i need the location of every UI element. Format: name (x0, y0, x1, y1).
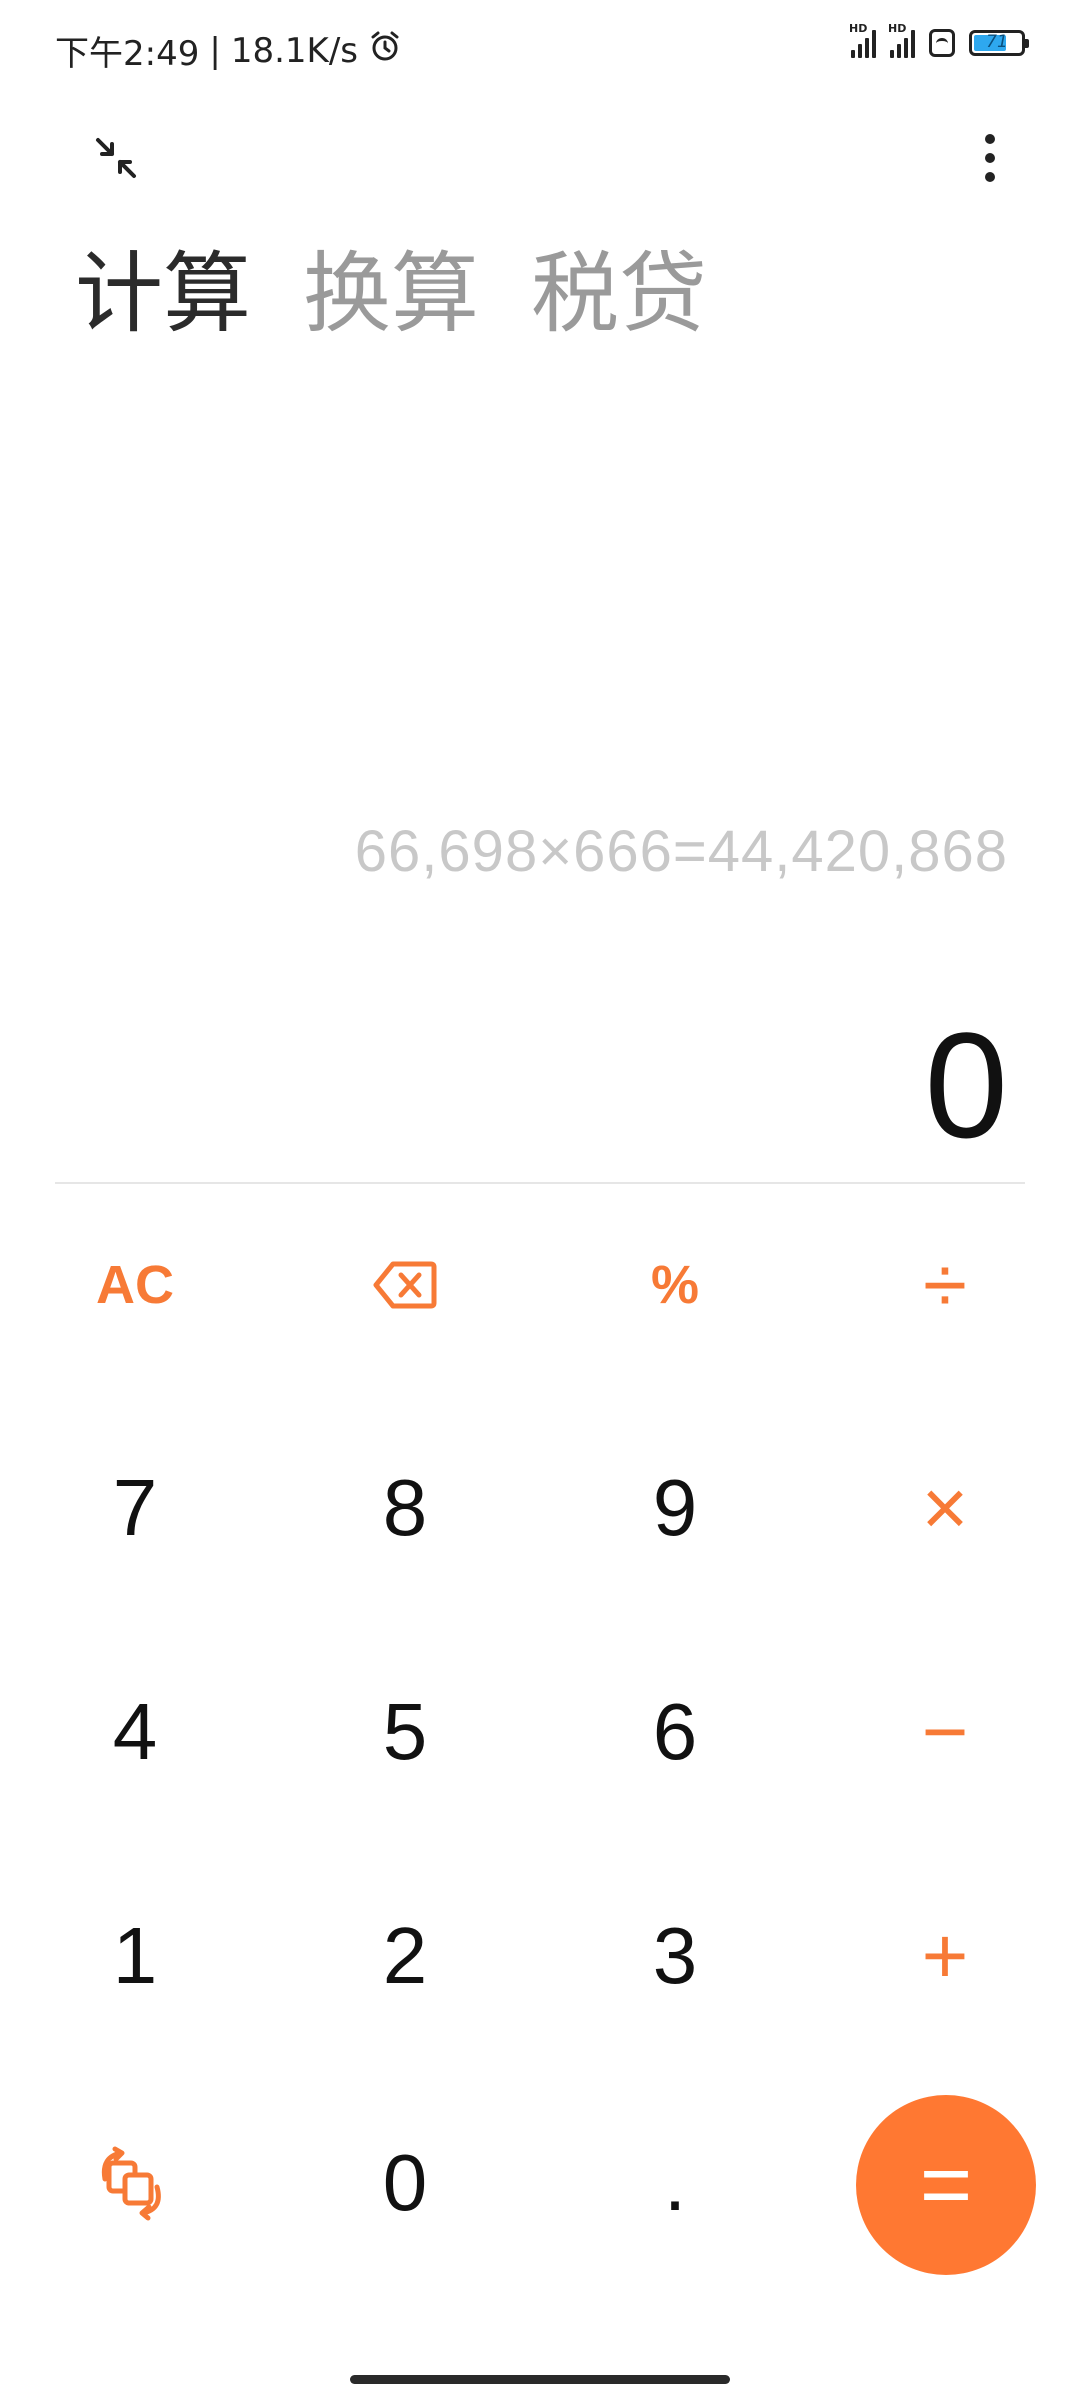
digit-2-button[interactable]: 2 (305, 1876, 505, 2036)
backspace-icon (373, 1261, 437, 1309)
digit-5-button[interactable]: 5 (305, 1652, 505, 1812)
status-separator: | (209, 30, 221, 71)
digit-7-button[interactable]: 7 (35, 1428, 235, 1588)
status-right: HD HD 71 (849, 22, 1029, 58)
digit-0-button[interactable]: 0 (305, 2103, 505, 2263)
more-vertical-icon (985, 134, 995, 182)
status-bar: 下午2:49 | 18.1K/s HD HD 71 (0, 0, 1080, 100)
minus-button[interactable]: − (845, 1652, 1045, 1812)
equals-label: = (919, 2135, 973, 2235)
tab-calculate[interactable]: 计算 (75, 250, 251, 338)
collapse-arrows-icon (96, 138, 136, 178)
current-result: 0 (924, 1001, 1008, 1169)
decimal-point-button[interactable]: . (575, 2103, 775, 2263)
digit-8-button[interactable]: 8 (305, 1428, 505, 1588)
switch-mode-button[interactable] (35, 2103, 235, 2263)
calculator-screen: 下午2:49 | 18.1K/s HD HD 71 计算 换算 税贷 66,69… (0, 0, 1080, 2400)
digit-4-button[interactable]: 4 (35, 1652, 235, 1812)
hd-badge: HD (888, 22, 907, 35)
signal-icon: HD (849, 22, 876, 58)
switch-mode-icon (101, 2146, 161, 2221)
collapse-button[interactable] (88, 130, 144, 186)
digit-3-button[interactable]: 3 (575, 1876, 775, 2036)
equals-button[interactable]: = (856, 2095, 1036, 2275)
network-speed: 18.1K/s (230, 30, 358, 71)
plus-button[interactable]: + (845, 1876, 1045, 2036)
multiply-button[interactable]: × (845, 1428, 1045, 1588)
wifi-icon (929, 29, 955, 57)
percent-button[interactable]: % (575, 1205, 775, 1365)
more-options-button[interactable] (970, 128, 1010, 188)
signal-icon: HD (888, 22, 915, 58)
tab-tax-loan[interactable]: 税贷 (531, 250, 707, 338)
digit-1-button[interactable]: 1 (35, 1876, 235, 2036)
divider (55, 1182, 1025, 1184)
battery-icon: 71 (969, 30, 1029, 56)
status-left: 下午2:49 | 18.1K/s (55, 26, 402, 75)
digit-6-button[interactable]: 6 (575, 1652, 775, 1812)
history-expression[interactable]: 66,698×666=44,420,868 (355, 818, 1008, 885)
mode-tabs: 计算 换算 税贷 (75, 250, 707, 338)
backspace-button[interactable] (305, 1205, 505, 1365)
hd-badge: HD (849, 22, 868, 35)
clear-button[interactable]: AC (35, 1205, 235, 1365)
tab-convert[interactable]: 换算 (303, 250, 479, 338)
status-time: 下午2:49 (55, 34, 200, 74)
digit-9-button[interactable]: 9 (575, 1428, 775, 1588)
home-indicator[interactable] (350, 2375, 730, 2384)
alarm-icon (368, 29, 402, 72)
battery-level: 71 (986, 32, 1008, 52)
divide-button[interactable]: ÷ (845, 1205, 1045, 1365)
